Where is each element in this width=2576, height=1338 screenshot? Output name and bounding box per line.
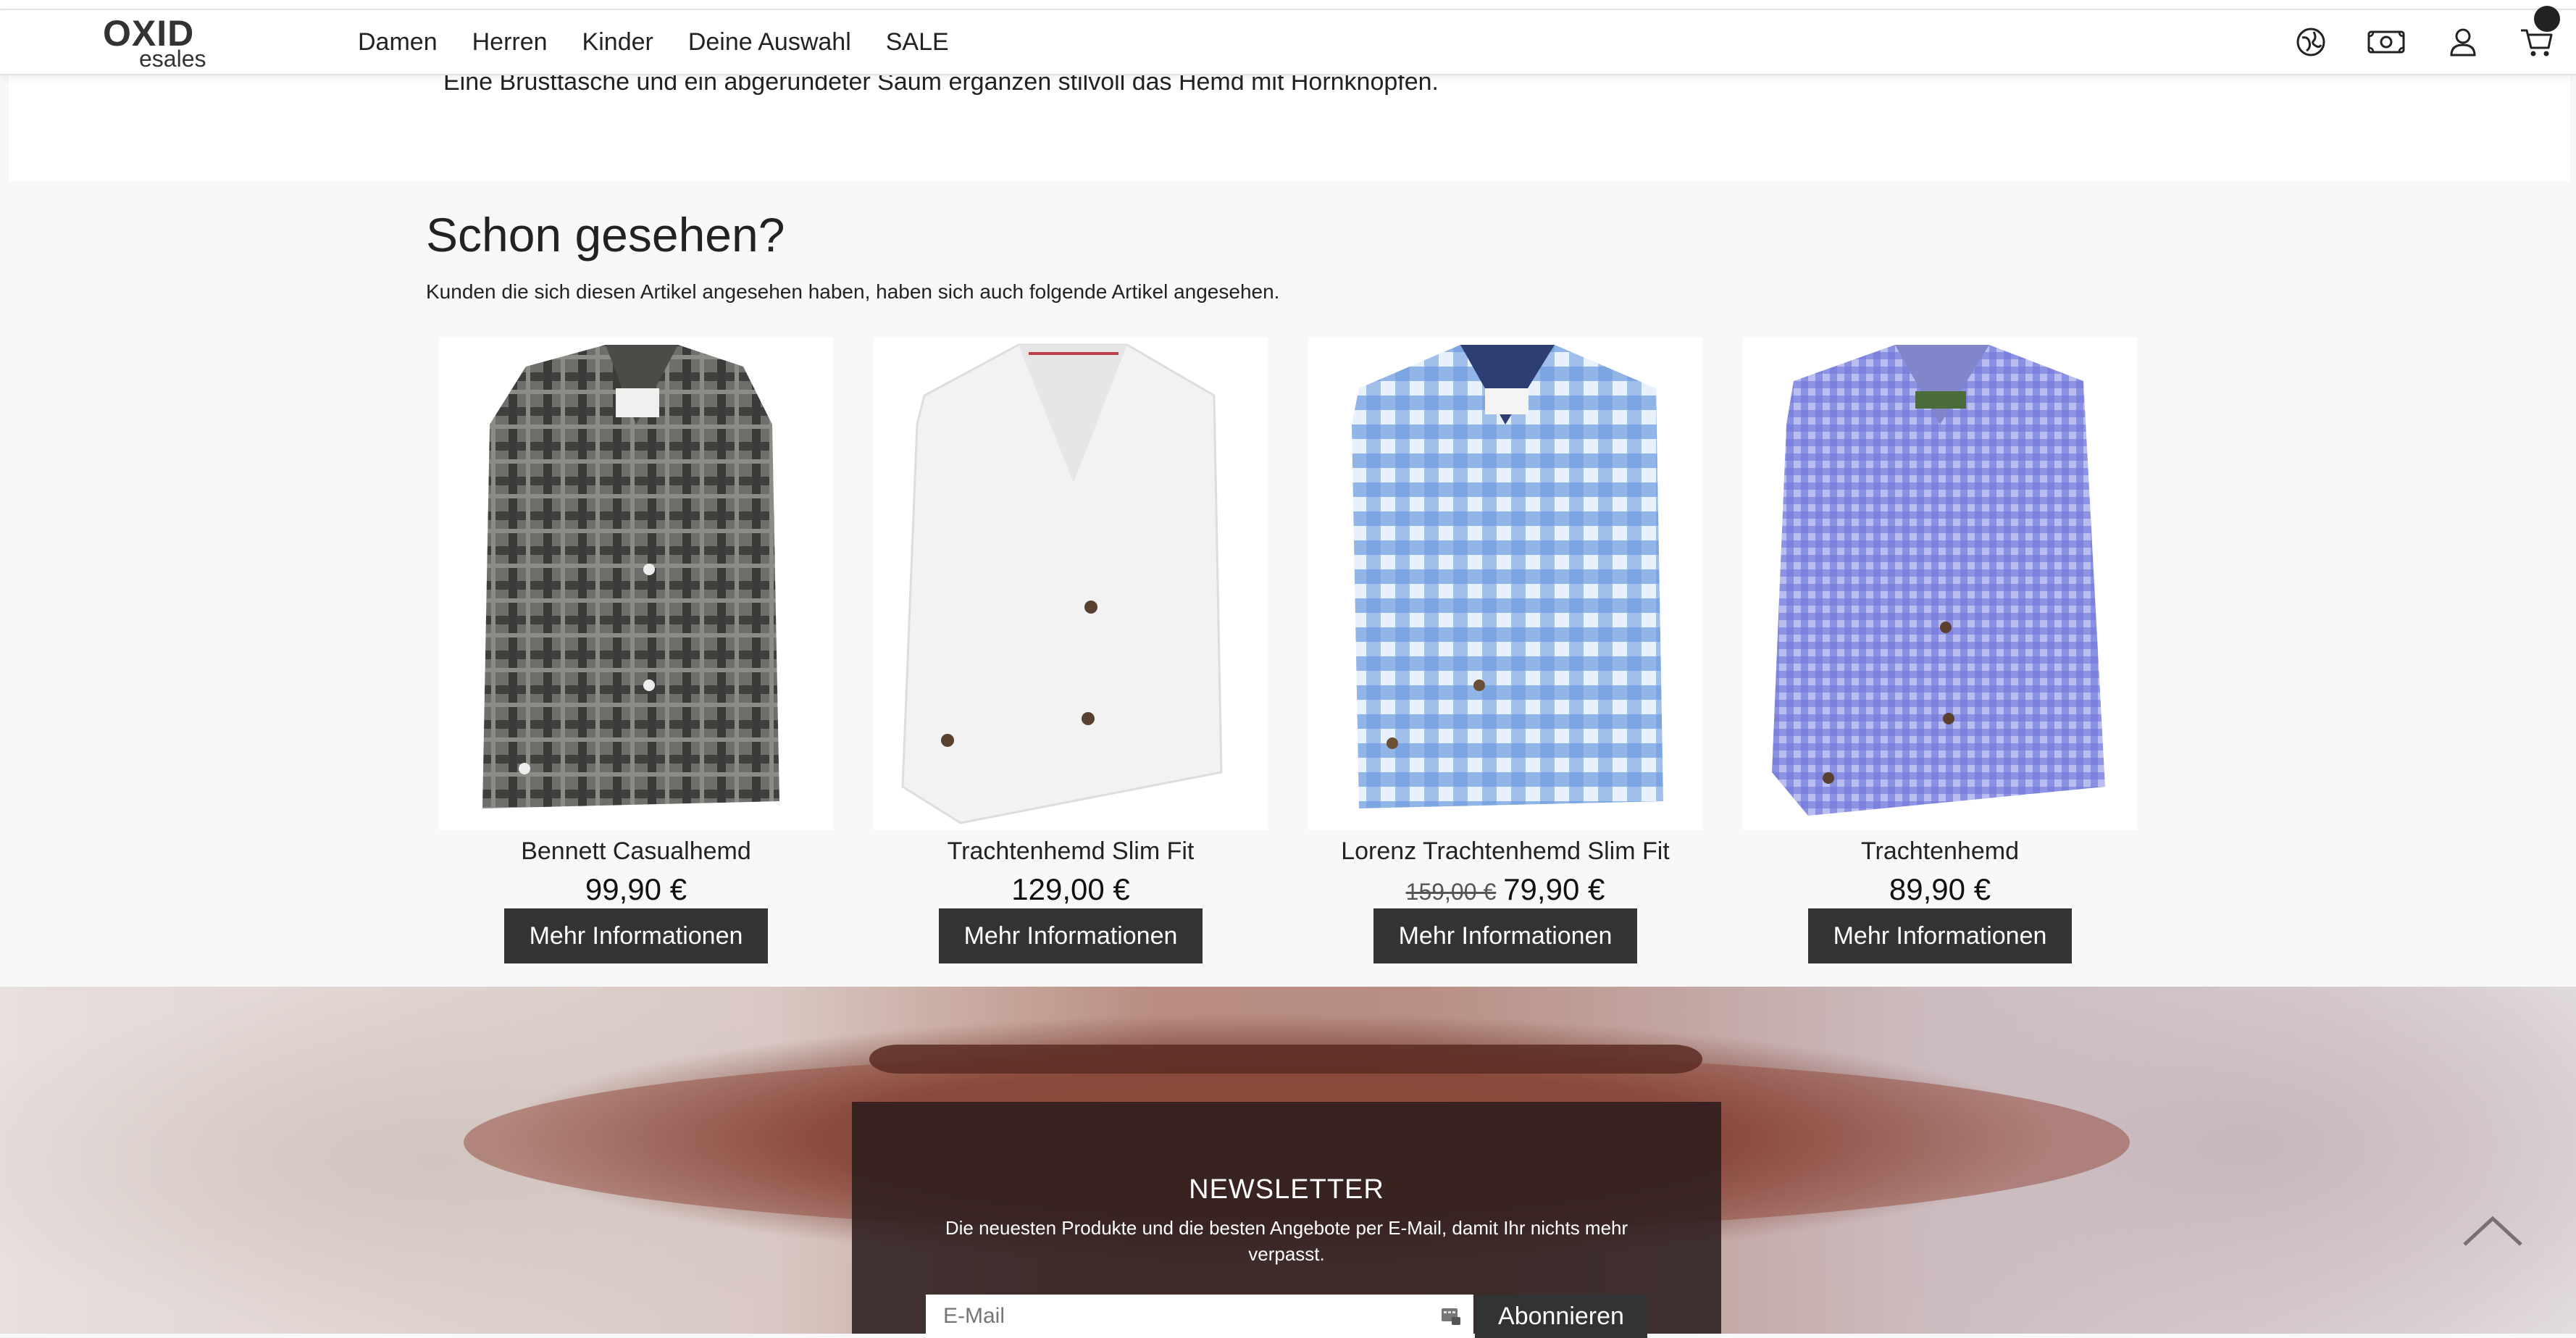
newsletter-box: NEWSLETTER Die neuesten Produkte und die…	[852, 1102, 1721, 1338]
more-info-button[interactable]: Mehr Informationen	[939, 908, 1203, 963]
product-image[interactable]	[1308, 338, 1702, 830]
product-card: Lorenz Trachtenhemd Slim Fit 159,00 €79,…	[1308, 338, 1702, 968]
nav-item-sale[interactable]: SALE	[886, 26, 949, 58]
hat-band-shape	[869, 1045, 1702, 1074]
site-header: OXID esales Damen Herren Kinder Deine Au…	[0, 10, 2576, 75]
autofill-card-icon[interactable]	[1440, 1305, 1462, 1326]
more-info-button[interactable]: Mehr Informationen	[1373, 908, 1637, 963]
product-card: Trachtenhemd 89,90 € Mehr Informationen	[1743, 338, 2137, 968]
product-card: Trachtenhemd Slim Fit 129,00 € Mehr Info…	[874, 338, 1268, 968]
product-current-price: 99,90 €	[585, 872, 687, 906]
product-price: 129,00 €	[874, 869, 1268, 910]
logo-subtitle: esales	[139, 46, 206, 72]
nav-item-kinder[interactable]: Kinder	[582, 26, 653, 58]
currency-money-icon[interactable]	[2366, 22, 2406, 62]
newsletter-email-input[interactable]	[926, 1295, 1473, 1338]
language-globe-icon[interactable]	[2291, 22, 2331, 62]
oxid-logo[interactable]: OXID esales	[103, 14, 233, 72]
product-image[interactable]	[1743, 338, 2137, 830]
top-border	[0, 0, 2576, 10]
nav-item-deine-auswahl[interactable]: Deine Auswahl	[688, 26, 851, 58]
recommendations-title: Schon gesehen?	[426, 208, 785, 262]
product-current-price: 89,90 €	[1889, 872, 1991, 906]
product-name[interactable]: Trachtenhemd	[1743, 832, 2137, 871]
more-info-button[interactable]: Mehr Informationen	[504, 908, 768, 963]
more-info-button[interactable]: Mehr Informationen	[1808, 908, 2072, 963]
subscribe-button[interactable]: Abonnieren	[1475, 1295, 1647, 1338]
scroll-to-top-icon[interactable]	[2460, 1210, 2525, 1253]
main-navigation: Damen Herren Kinder Deine Auswahl SALE	[358, 26, 984, 58]
product-old-price: 159,00 €	[1405, 879, 1497, 905]
newsletter-title: NEWSLETTER	[1189, 1174, 1384, 1205]
nav-item-herren[interactable]: Herren	[472, 26, 548, 58]
product-name[interactable]: Lorenz Trachtenhemd Slim Fit	[1308, 832, 1702, 871]
product-price: 159,00 €79,90 €	[1308, 869, 1702, 912]
account-user-icon[interactable]	[2443, 22, 2483, 62]
recommendations-subtitle: Kunden die sich diesen Artikel angesehen…	[426, 280, 1280, 303]
product-current-price: 79,90 €	[1503, 872, 1605, 906]
product-card: Bennett Casualhemd 99,90 € Mehr Informat…	[439, 338, 833, 968]
newsletter-description: Die neuesten Produkte und die besten Ang…	[945, 1217, 1628, 1265]
product-description-section: Eine Brusttasche und ein abgerundeter Sa…	[9, 68, 2570, 181]
product-image[interactable]	[439, 338, 833, 830]
cart-count-badge	[2534, 6, 2560, 32]
product-image[interactable]	[874, 338, 1268, 830]
product-price: 99,90 €	[439, 869, 833, 910]
nav-item-damen[interactable]: Damen	[358, 26, 438, 58]
product-name[interactable]: Bennett Casualhemd	[439, 832, 833, 871]
product-price: 89,90 €	[1743, 869, 2137, 910]
product-current-price: 129,00 €	[1011, 872, 1130, 906]
product-name[interactable]: Trachtenhemd Slim Fit	[874, 832, 1268, 871]
